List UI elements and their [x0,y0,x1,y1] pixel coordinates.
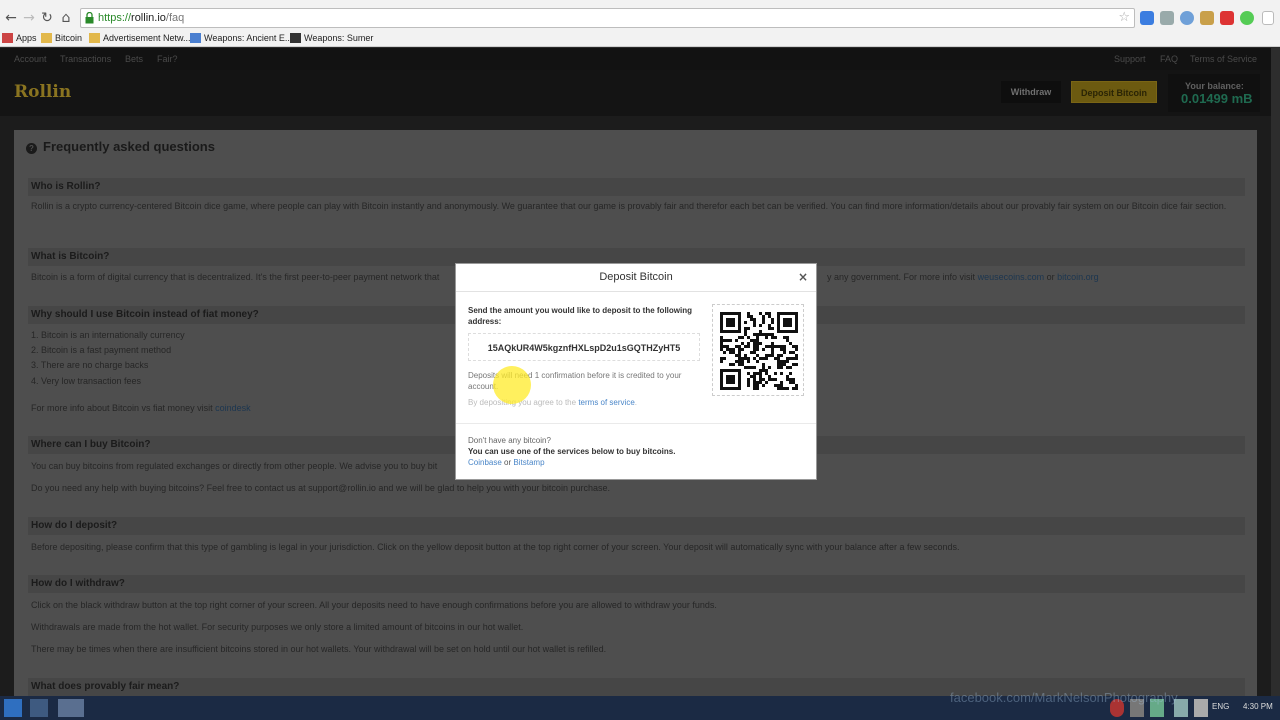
deposit-bitcoin-button[interactable]: Deposit Bitcoin [1071,81,1157,103]
faq-answer-who: Rollin is a crypto currency-centered Bit… [31,201,1227,211]
extension-icon[interactable] [1200,11,1214,25]
faq-question-deposit: How do I deposit? [28,517,1245,535]
terms-of-service-link[interactable]: terms of service [578,398,634,407]
nav-bets[interactable]: Bets [125,54,143,64]
lock-icon [85,12,94,24]
nav-fair[interactable]: Fair? [157,54,178,64]
faq-answer-withdraw-3: There may be times when there are insuff… [31,644,607,654]
home-icon[interactable]: ⌂ [57,8,75,28]
nav-account[interactable]: Account [14,54,47,64]
extension-icons [1140,8,1280,28]
cloud-icon[interactable] [1180,11,1194,25]
balance-box: Your balance: 0.01499 mB [1168,74,1260,112]
close-icon[interactable]: × [798,270,808,284]
explorer-icon[interactable] [30,699,48,717]
nav-faq[interactable]: FAQ [1160,54,1178,64]
bookmark-weapons-ancient[interactable]: Weapons: Ancient E... [190,31,292,45]
reload-icon[interactable]: ↻ [38,8,56,28]
volume-icon[interactable] [1194,699,1208,717]
nav-support[interactable]: Support [1114,54,1146,64]
extension-icon[interactable] [1220,11,1234,25]
bitcoin-address[interactable]: 15AQkUR4W5kgznfHXLspD2u1sGQTHZyHT5 [468,333,700,361]
top-navigation: Account Transactions Bets Fair? Support … [0,48,1280,70]
folder-icon [89,33,100,43]
balance-value: 0.01499 mB [1181,91,1253,106]
modal-header: Deposit Bitcoin × [456,264,816,292]
back-arrow-icon[interactable]: ← [2,8,20,28]
bookmark-bitcoin[interactable]: Bitcoin [41,31,82,45]
cursor-highlight [493,366,531,404]
modal-title: Deposit Bitcoin [599,271,673,283]
list-item: 3. There are no charge backs [31,360,149,370]
watermark-text: facebook.com/MarkNelsonPhotography [950,690,1178,705]
list-item: 2. Bitcoin is a fast payment method [31,345,172,355]
qr-modules [720,312,798,390]
coindesk-link[interactable]: coindesk [215,403,251,413]
site-favicon-icon [290,33,301,43]
balance-label: Your balance: [1185,81,1244,91]
question-circle-icon: ? [26,143,37,154]
faq-answer-where-2: Do you need any help with buying bitcoin… [31,483,610,493]
bookmark-apps[interactable]: Apps [2,31,37,45]
url-text: https://rollin.io/faq [98,12,185,24]
withdraw-button[interactable]: Withdraw [1001,81,1061,103]
weusecoins-link[interactable]: weusecoins.com [978,272,1045,282]
faq-answer-withdraw-2: Withdrawals are made from the hot wallet… [31,622,524,632]
services-links: Coinbase or Bitstamp [468,458,545,467]
menu-icon[interactable] [1262,11,1274,25]
list-item: 4. Very low transaction fees [31,376,142,386]
language-indicator[interactable]: ENG [1212,702,1229,711]
forward-arrow-icon[interactable]: → [20,8,38,28]
browser-nav-row: ← → ↻ ⌂ https://rollin.io/faq ☆ [0,8,1280,30]
bitstamp-link[interactable]: Bitstamp [513,458,544,467]
extension-icon[interactable] [1160,11,1174,25]
deposit-instruction: Send the amount you would like to deposi… [468,306,692,326]
bitcoin-org-link[interactable]: bitcoin.org [1057,272,1099,282]
coinbase-link[interactable]: Coinbase [468,458,502,467]
qr-code-icon [720,312,798,390]
apps-grid-icon [2,33,13,43]
no-bitcoin-text: Don't have any bitcoin? [468,436,551,445]
faq-answer-withdraw-1: Click on the black withdraw button at th… [31,600,717,610]
bookmarks-bar: Apps Bitcoin Advertisement Netw... Weapo… [0,31,1280,45]
folder-icon [41,33,52,43]
site-favicon-icon [190,33,201,43]
start-button-icon[interactable] [4,699,22,717]
extension-icon[interactable] [1240,11,1254,25]
faq-question-who: Who is Rollin? [28,178,1245,196]
list-item: 1. Bitcoin is an internationally currenc… [31,330,185,340]
modal-divider [456,423,816,424]
rollin-logo[interactable]: Rollin [14,82,71,102]
faq-question-withdraw: How do I withdraw? [28,575,1245,593]
bookmark-advertisement[interactable]: Advertisement Netw... [89,31,191,45]
nav-transactions[interactable]: Transactions [60,54,111,64]
chrome-taskbar-icon[interactable] [58,699,84,717]
extension-icon[interactable] [1140,11,1154,25]
bookmark-weapons-sumer[interactable]: Weapons: Sumer [290,31,373,45]
clock[interactable]: 4:30 PM [1243,702,1273,711]
terms-note: By depositing you agree to the terms of … [468,398,638,407]
use-services-text: You can use one of the services below to… [468,447,676,456]
qr-code [712,304,804,396]
faq-answer-deposit: Before depositing, please confirm that t… [31,542,960,552]
nav-terms[interactable]: Terms of Service [1190,54,1257,64]
faq-title: ? Frequently asked questions [26,139,215,154]
site-header: Rollin Withdraw Deposit Bitcoin Your bal… [0,70,1280,116]
browser-chrome: ← → ↻ ⌂ https://rollin.io/faq ☆ Apps Bit… [0,0,1280,47]
address-bar[interactable]: https://rollin.io/faq ☆ [80,8,1135,28]
bookmark-star-icon[interactable]: ☆ [1118,10,1130,25]
page-scrollbar[interactable] [1271,48,1280,696]
